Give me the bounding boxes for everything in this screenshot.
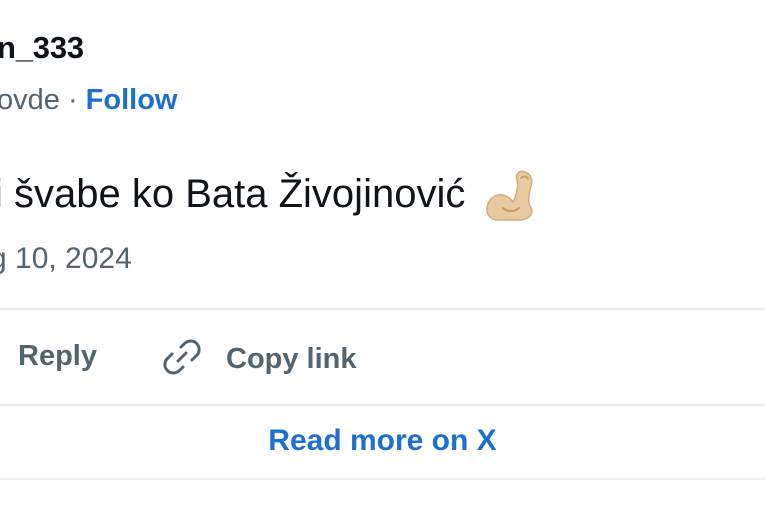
- meta-separator: ·: [59, 84, 86, 116]
- link-icon: [160, 335, 204, 384]
- read-more-link[interactable]: Read more on X: [0, 424, 765, 458]
- divider-top: [0, 308, 765, 310]
- divider-middle: [0, 404, 765, 406]
- tweet-date: g 10, 2024: [0, 242, 132, 275]
- follow-button[interactable]: Follow: [86, 84, 178, 116]
- copy-link-button[interactable]: Copy link: [160, 336, 357, 382]
- tweet-meta: ovde · Follow: [0, 84, 178, 117]
- author-handle[interactable]: n_333: [0, 30, 84, 66]
- reply-button[interactable]: Reply: [18, 340, 97, 373]
- tweet-body: i švabe ko Bata Živojinović: [0, 166, 539, 222]
- divider-bottom: [0, 478, 765, 480]
- tweet-text: i švabe ko Bata Živojinović: [0, 172, 466, 216]
- location-text: ovde: [0, 84, 60, 116]
- flexed-biceps-icon: [479, 166, 539, 222]
- copy-link-label: Copy link: [226, 342, 357, 375]
